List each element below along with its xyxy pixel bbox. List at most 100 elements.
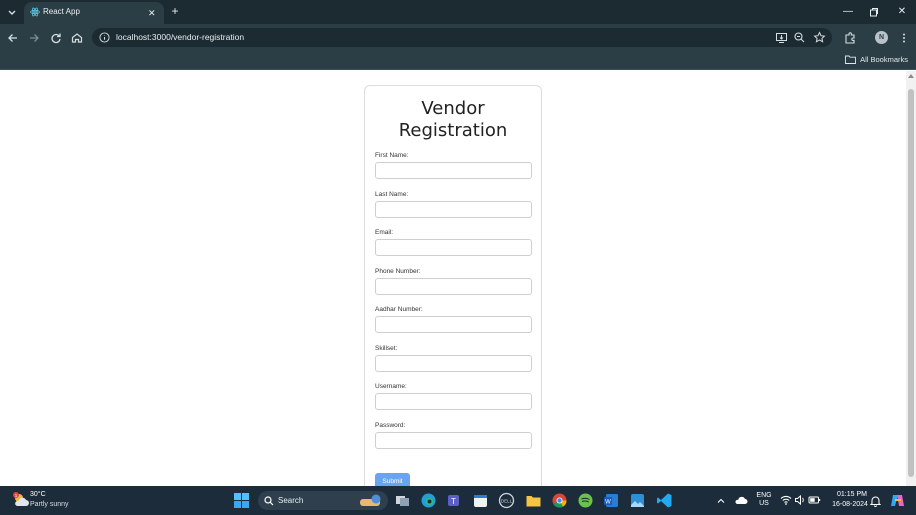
page-viewport: Vendor Registration First Name: Last Nam… <box>0 71 916 505</box>
photos-icon[interactable] <box>629 492 646 509</box>
chevron-down-icon <box>8 10 16 15</box>
first-name-input[interactable] <box>375 162 532 179</box>
browser-toolbar: localhost:3000/vendor-registration N <box>0 24 916 51</box>
folder-icon <box>845 55 857 64</box>
restore-button[interactable] <box>866 4 882 20</box>
page-scrollbar[interactable] <box>906 71 916 486</box>
all-bookmarks-label: All Bookmarks <box>860 55 908 64</box>
skillset-field: Skillset: <box>375 345 532 372</box>
site-info-icon[interactable] <box>99 32 110 43</box>
notifications-bell-icon[interactable] <box>870 495 881 507</box>
aadhar-number-field: Aadhar Number: <box>375 306 532 333</box>
reload-button[interactable] <box>48 30 64 46</box>
aadhar-number-label: Aadhar Number: <box>375 306 423 313</box>
vendor-registration-form: Vendor Registration First Name: Last Nam… <box>364 85 542 505</box>
start-button[interactable] <box>233 492 250 509</box>
username-field: Username: <box>375 383 532 410</box>
search-highlight-icon <box>360 494 381 506</box>
partly-sunny-icon: 1 <box>13 492 29 506</box>
vscode-icon[interactable] <box>656 492 673 509</box>
scrollbar-thumb[interactable] <box>908 89 914 477</box>
tab-search-button[interactable] <box>4 4 20 20</box>
minimize-button[interactable]: — <box>840 4 856 20</box>
url-text[interactable]: localhost:3000/vendor-registration <box>116 32 244 42</box>
restore-icon <box>870 8 878 17</box>
arrow-left-icon <box>8 34 17 42</box>
phone-number-input[interactable] <box>375 278 532 295</box>
react-logo-icon <box>30 7 40 17</box>
forward-button[interactable] <box>26 30 42 46</box>
battery-icon[interactable] <box>808 494 821 506</box>
weather-widget[interactable]: 1 <box>12 491 30 509</box>
svg-text:T: T <box>451 497 456 506</box>
active-tab[interactable]: React App ✕ <box>24 2 164 24</box>
dell-icon[interactable]: DELL <box>498 492 515 509</box>
zoom-icon[interactable] <box>793 31 806 44</box>
all-bookmarks-button[interactable]: All Bookmarks <box>845 55 908 64</box>
home-icon <box>71 33 83 43</box>
calendar-app-icon[interactable] <box>472 492 489 509</box>
close-window-button[interactable]: ✕ <box>894 4 910 20</box>
teams-icon[interactable]: T <box>446 492 463 509</box>
email-input[interactable] <box>375 239 532 256</box>
chrome-icon[interactable] <box>551 492 568 509</box>
first-name-field: First Name: <box>375 152 532 179</box>
more-vertical-icon <box>903 33 905 43</box>
password-label: Password: <box>375 422 406 429</box>
browser-menu-button[interactable] <box>896 30 912 46</box>
wifi-icon[interactable] <box>780 494 792 506</box>
username-input[interactable] <box>375 393 532 410</box>
address-bar[interactable]: localhost:3000/vendor-registration <box>92 28 832 47</box>
arrow-right-icon <box>30 34 39 42</box>
email-label: Email: <box>375 229 394 236</box>
install-app-icon[interactable] <box>775 31 788 44</box>
new-tab-button[interactable]: + <box>168 4 182 18</box>
file-explorer-icon[interactable] <box>525 492 542 509</box>
onedrive-cloud-icon[interactable] <box>734 495 748 505</box>
last-name-field: Last Name: <box>375 191 532 218</box>
phone-number-label: Phone Number: <box>375 268 421 275</box>
copilot-icon[interactable] <box>889 492 906 509</box>
task-view-icon[interactable] <box>394 492 411 509</box>
bookmarks-bar: All Bookmarks <box>0 51 916 70</box>
bookmark-star-icon[interactable] <box>813 31 826 44</box>
last-name-input[interactable] <box>375 201 532 218</box>
first-name-label: First Name: <box>375 152 409 159</box>
aadhar-number-input[interactable] <box>375 316 532 333</box>
weather-description: Partly sunny <box>30 501 69 508</box>
form-title: Vendor Registration <box>398 98 508 141</box>
email-field: Email: <box>375 229 532 256</box>
close-tab-icon[interactable]: ✕ <box>148 7 156 19</box>
profile-avatar[interactable]: N <box>875 31 888 44</box>
back-button[interactable] <box>5 30 21 46</box>
skillset-label: Skillset: <box>375 345 398 352</box>
region-code: US <box>759 500 769 507</box>
svg-text:W: W <box>605 500 611 506</box>
spotify-icon[interactable] <box>577 492 594 509</box>
word-icon[interactable]: W <box>603 492 620 509</box>
browser-tab-bar: React App ✕ + — ✕ <box>0 0 916 24</box>
password-field: Password: <box>375 422 532 449</box>
taskbar-search-box[interactable]: Search <box>258 491 388 510</box>
taskbar-search-label: Search <box>278 496 304 505</box>
show-hidden-icons-chevron-icon[interactable] <box>716 496 726 506</box>
clock-date[interactable]: 16-08-2024 <box>826 501 874 508</box>
home-button[interactable] <box>69 30 85 46</box>
windows-logo-icon <box>234 493 249 508</box>
windows-taskbar: 1 30°C Partly sunny Search T DELL W ENG … <box>0 486 916 515</box>
extensions-button[interactable] <box>842 30 858 46</box>
weather-temperature: 30°C <box>30 491 46 498</box>
scroll-up-icon[interactable] <box>908 74 914 78</box>
last-name-label: Last Name: <box>375 191 409 198</box>
tab-title: React App <box>43 7 80 16</box>
password-input[interactable] <box>375 432 532 449</box>
volume-icon[interactable] <box>794 494 806 506</box>
svg-text:DELL: DELL <box>501 499 513 504</box>
clock-time[interactable]: 01:15 PM <box>830 491 874 498</box>
reload-icon <box>51 33 61 44</box>
input-language[interactable]: ENG US <box>754 492 774 508</box>
language-code: ENG <box>756 492 772 499</box>
search-icon <box>264 496 274 506</box>
skillset-input[interactable] <box>375 355 532 372</box>
edge-icon[interactable] <box>420 492 437 509</box>
